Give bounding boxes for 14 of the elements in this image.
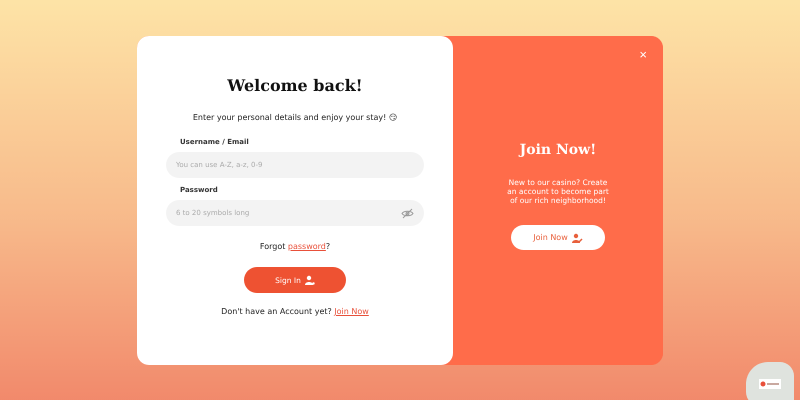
chat-widget[interactable]	[746, 362, 794, 400]
login-title: Welcome back!	[227, 76, 363, 95]
hidden-eye-icon[interactable]	[401, 208, 414, 219]
close-button[interactable]: ×	[639, 48, 647, 61]
join-now-link[interactable]: Join Now	[334, 307, 369, 316]
password-link[interactable]: password	[288, 242, 326, 251]
signup-prompt: Don't have an Account yet? Join Now	[221, 307, 369, 316]
forgot-password-text: Forgot password?	[260, 242, 330, 251]
promo-title: Join Now!	[520, 142, 596, 158]
user-edit-icon	[572, 232, 583, 242]
chat-logo-icon	[759, 379, 781, 389]
user-icon	[304, 275, 315, 285]
login-subtitle: Enter your personal details and enjoy your stay! 😏	[192, 113, 398, 122]
join-now-button[interactable]: Join Now	[511, 225, 605, 250]
